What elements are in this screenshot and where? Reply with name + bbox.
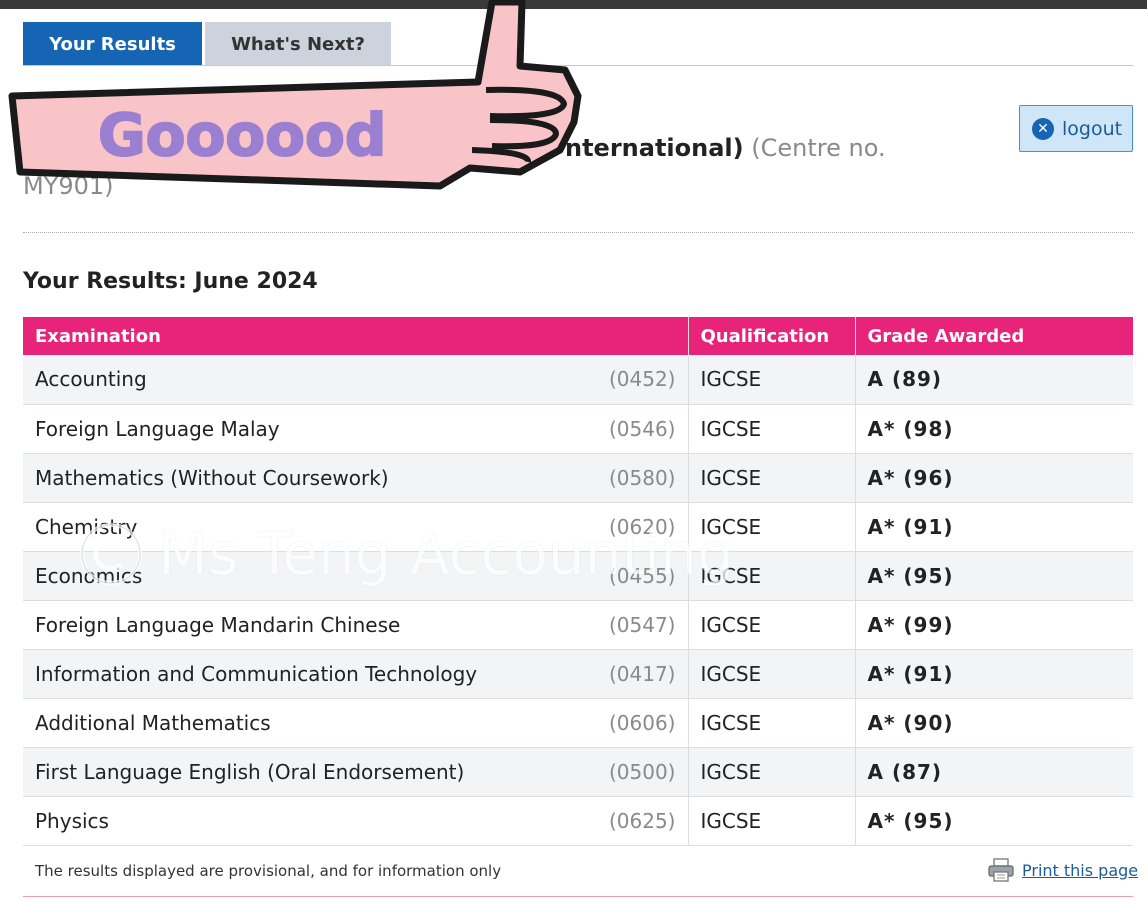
table-header-row: Examination Qualification Grade Awarded xyxy=(23,317,1133,355)
grade-cell: A* (95) xyxy=(854,796,1133,846)
subject-name: Foreign Language Mandarin Chinese xyxy=(35,612,401,637)
subject-name: Economics xyxy=(35,563,143,588)
subject-code: (0620) xyxy=(608,514,676,539)
results-heading: Your Results: June 2024 xyxy=(23,269,318,294)
subject-name: Physics xyxy=(35,808,109,833)
exam-cell: Economics (0455) xyxy=(23,551,688,601)
subject-code: (0546) xyxy=(608,416,676,441)
subject-name: First Language English (Oral Endorsement… xyxy=(35,759,465,784)
qualification-cell: IGCSE xyxy=(687,747,855,797)
bottom-divider xyxy=(23,896,1133,897)
grade-cell: A* (91) xyxy=(854,502,1133,552)
subject-code: (0455) xyxy=(608,563,676,588)
subject-code: (0417) xyxy=(608,661,676,686)
section-divider xyxy=(23,232,1133,233)
subject-code: (0625) xyxy=(608,808,676,833)
tab-divider xyxy=(23,65,1133,66)
exam-cell: Physics (0625) xyxy=(23,796,688,846)
header-qualification: Qualification xyxy=(687,317,855,355)
table-row: Foreign Language Mandarin Chinese (0547) I… xyxy=(23,600,1133,650)
sticker-text: Goooood xyxy=(98,101,386,169)
subject-name: Accounting xyxy=(35,367,147,392)
exam-cell: Foreign Language Mandarin Chinese (0547) xyxy=(23,600,688,650)
table-row: Economics (0455) IGCSE A* (95) xyxy=(23,551,1133,601)
qualification-cell: IGCSE xyxy=(687,453,855,503)
qualification-cell: IGCSE xyxy=(687,698,855,748)
tab-whats-next[interactable]: What's Next? xyxy=(205,22,391,66)
subject-name: Chemistry xyxy=(35,514,138,539)
centre-number-value: MY901) xyxy=(23,172,114,200)
qualification-cell: IGCSE xyxy=(687,796,855,846)
tab-bar: Your Results What's Next? xyxy=(23,22,391,66)
subject-name: Information and Communication Technology xyxy=(35,661,478,686)
printer-icon xyxy=(988,858,1014,882)
subject-name: Additional Mathematics xyxy=(35,710,271,735)
table-row: Additional Mathematics (0606) IGCSE A* (90) xyxy=(23,698,1133,748)
close-circle-icon: ✕ xyxy=(1032,117,1054,140)
exam-cell: Foreign Language Malay (0546) xyxy=(23,404,688,454)
results-body: Accounting (0452) IGCSE A (89) Foreign Langu… xyxy=(23,355,1133,846)
table-row: Physics (0625) IGCSE A* (95) xyxy=(23,796,1133,846)
exam-cell: Chemistry (0620) xyxy=(23,502,688,552)
exam-cell: Accounting (0452) xyxy=(23,355,688,405)
subject-code: (0580) xyxy=(608,465,676,490)
grade-cell: A (89) xyxy=(854,355,1133,405)
qualification-cell: IGCSE xyxy=(687,502,855,552)
tab-your-results[interactable]: Your Results xyxy=(23,22,202,66)
qualification-cell: IGCSE xyxy=(687,404,855,454)
subject-code: (0500) xyxy=(608,759,676,784)
provisional-note: The results displayed are provisional, a… xyxy=(35,862,502,880)
subject-code: (0547) xyxy=(608,612,676,637)
print-page-label: Print this page xyxy=(1022,860,1139,880)
grade-cell: A (87) xyxy=(854,747,1133,797)
subject-code: (0606) xyxy=(608,710,676,735)
subject-code: (0452) xyxy=(608,367,676,392)
centre-name-fragment: nternational) xyxy=(565,134,744,162)
exam-cell: Information and Communication Technology… xyxy=(23,649,688,699)
header-grade-awarded: Grade Awarded xyxy=(854,317,1133,355)
header-examination: Examination xyxy=(23,317,688,355)
logout-button[interactable]: ✕ logout xyxy=(1019,105,1133,152)
table-row: First Language English (Oral Endorsement… xyxy=(23,747,1133,797)
grade-cell: A* (91) xyxy=(854,649,1133,699)
subject-name: Mathematics (Without Coursework) xyxy=(35,465,389,490)
qualification-cell: IGCSE xyxy=(687,355,855,405)
qualification-cell: IGCSE xyxy=(687,600,855,650)
centre-number-label: (Centre no. xyxy=(751,134,886,162)
qualification-cell: IGCSE xyxy=(687,551,855,601)
centre-name: nternational) (Centre no. xyxy=(565,134,886,162)
top-bar xyxy=(0,0,1147,9)
table-row: Chemistry (0620) IGCSE A* (91) xyxy=(23,502,1133,552)
table-row: Accounting (0452) IGCSE A (89) xyxy=(23,355,1133,405)
table-row: Information and Communication Technology… xyxy=(23,649,1133,699)
subject-name: Foreign Language Malay xyxy=(35,416,280,441)
exam-cell: Mathematics (Without Coursework) (0580) xyxy=(23,453,688,503)
table-row: Mathematics (Without Coursework) (0580) IG… xyxy=(23,453,1133,503)
grade-cell: A* (95) xyxy=(854,551,1133,601)
grade-cell: A* (98) xyxy=(854,404,1133,454)
grade-cell: A* (99) xyxy=(854,600,1133,650)
grade-cell: A* (96) xyxy=(854,453,1133,503)
table-row: Foreign Language Malay (0546) IGCSE A* (98) xyxy=(23,404,1133,454)
exam-cell: Additional Mathematics (0606) xyxy=(23,698,688,748)
qualification-cell: IGCSE xyxy=(687,649,855,699)
exam-cell: First Language English (Oral Endorsement… xyxy=(23,747,688,797)
logout-label: logout xyxy=(1062,117,1123,140)
print-page-link[interactable]: Print this page xyxy=(988,858,1138,882)
results-table: Examination Qualification Grade Awarded … xyxy=(23,317,1133,846)
grade-cell: A* (90) xyxy=(854,698,1133,748)
